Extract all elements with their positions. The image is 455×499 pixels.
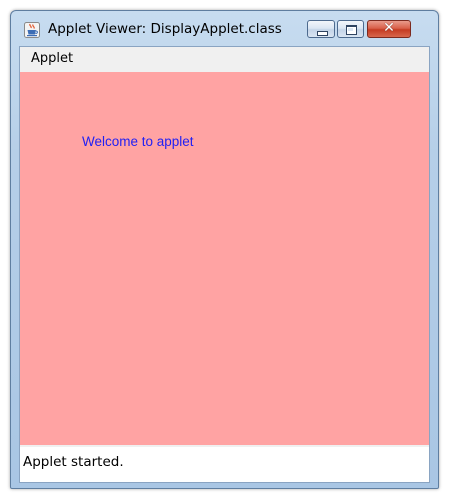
menu-applet[interactable]: Applet [30,51,74,66]
window-client-area: Applet Welcome to applet Applet started. [19,46,430,483]
status-bar: Applet started. [20,447,429,482]
menu-bar: Applet [20,47,429,71]
welcome-text: Welcome to applet [82,134,194,149]
minimize-button[interactable] [307,20,335,38]
status-text: Applet started. [23,454,124,470]
applet-canvas[interactable]: Welcome to applet [20,72,429,445]
java-coffee-cup-icon[interactable] [24,22,40,38]
applet-viewer-window: Applet Viewer: DisplayApplet.class ✕ App… [10,10,439,489]
minimize-icon [317,31,328,36]
close-button[interactable]: ✕ [367,20,411,38]
maximize-button[interactable] [337,20,364,38]
maximize-icon [346,25,357,35]
window-title: Applet Viewer: DisplayApplet.class [48,21,282,37]
title-bar[interactable]: Applet Viewer: DisplayApplet.class ✕ [11,11,438,45]
close-icon: ✕ [383,20,395,36]
